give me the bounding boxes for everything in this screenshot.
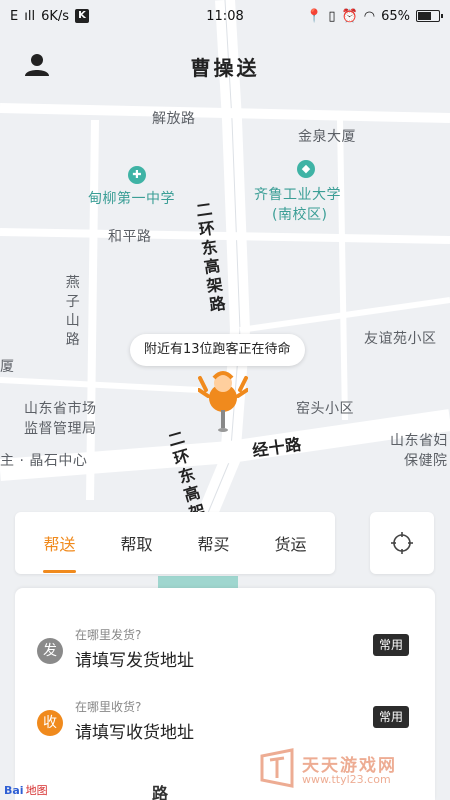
status-bar: E ıll 6K/s K 11:08 📍 ▯ ⏰ ◠ 65% <box>0 0 450 32</box>
receive-badge-icon: 收 <box>37 710 63 736</box>
send-hint: 在哪里发货? <box>75 628 142 642</box>
watermark-logo-icon <box>260 748 294 788</box>
alarm-icon: ⏰ <box>341 8 358 24</box>
receive-favorites-button[interactable]: 常用 <box>372 706 409 728</box>
tab-freight[interactable]: 货运 <box>266 521 314 565</box>
crosshair-icon <box>391 532 413 554</box>
map-label-market1: 山东省市场 <box>24 401 97 417</box>
battery-fill <box>418 12 431 20</box>
watermark-url: www.ttyl23.com <box>302 773 391 786</box>
signal-icon: ıll <box>24 8 36 24</box>
university-poi-icon[interactable]: ◆ <box>297 160 315 178</box>
receive-address-row[interactable]: 收 在哪里收货? 请填写收货地址 常用 <box>37 698 413 746</box>
map-label-school[interactable]: 甸柳第一中学 <box>88 188 175 208</box>
network-speed: 6K/s <box>41 8 70 24</box>
locate-button[interactable] <box>370 512 434 574</box>
map-label-bottom-road: 路 <box>152 784 169 800</box>
app-header: 曹操送 <box>0 40 450 92</box>
map-label-jiefang-road: 解放路 <box>152 111 196 127</box>
send-address-row[interactable]: 发 在哪里发货? 请填写发货地址 常用 <box>37 626 413 674</box>
nearby-runners-bubble: 附近有13位跑客正在待命 <box>130 334 305 366</box>
map-label-qilu-univ[interactable]: 齐鲁工业大学 <box>254 184 341 204</box>
map-label-market2: 监督管理局 <box>24 421 97 437</box>
map-label-qilu-campus[interactable]: (南校区) <box>272 204 327 224</box>
battery-icon <box>416 10 443 22</box>
tab-pickup[interactable]: 帮取 <box>112 521 160 565</box>
map-label-jingshi-center: 主 · 晶石中心 <box>0 453 88 469</box>
baidu-text: Bai <box>4 784 24 797</box>
map-label-yanzi-road: 燕子山路 <box>65 275 81 348</box>
watermark: 天天游戏网 www.ttyl23.com <box>258 748 430 792</box>
baidu-map-logo: Bai 地图 <box>4 782 48 798</box>
map-label-health2: 保健院 <box>404 453 448 469</box>
send-address-field[interactable]: 请填写发货地址 <box>75 646 194 671</box>
vibrate-icon: ▯ <box>328 8 336 24</box>
receive-hint: 在哪里收货? <box>75 700 142 714</box>
map-label-youyi: 友谊苑小区 <box>364 331 437 347</box>
map-label-jinquan: 金泉大厦 <box>298 129 356 145</box>
send-favorites-button[interactable]: 常用 <box>372 634 409 656</box>
map-label-yaotou: 窑头小区 <box>296 401 354 417</box>
courier-location-marker-icon <box>198 371 248 432</box>
wifi-icon: ◠ <box>363 8 376 24</box>
tab-send[interactable]: 帮送 <box>35 521 83 573</box>
carrier-label: E <box>10 8 19 24</box>
k-badge-icon: K <box>75 9 90 23</box>
map-label-xia: 厦 <box>0 359 15 375</box>
send-badge-icon: 发 <box>37 638 63 664</box>
battery-percent: 65% <box>381 8 410 24</box>
location-icon: 📍 <box>306 8 323 24</box>
service-tabs: 帮送 帮取 帮买 货运 <box>15 512 335 574</box>
map-label-health1: 山东省妇 <box>390 433 448 449</box>
receive-address-field[interactable]: 请填写收货地址 <box>75 718 194 743</box>
page-title: 曹操送 <box>190 56 260 80</box>
map-label-heping-road: 和平路 <box>108 229 152 245</box>
tab-buy[interactable]: 帮买 <box>189 521 237 565</box>
baidu-map-text: 地图 <box>25 784 48 797</box>
school-poi-icon[interactable]: ✚ <box>128 166 146 184</box>
